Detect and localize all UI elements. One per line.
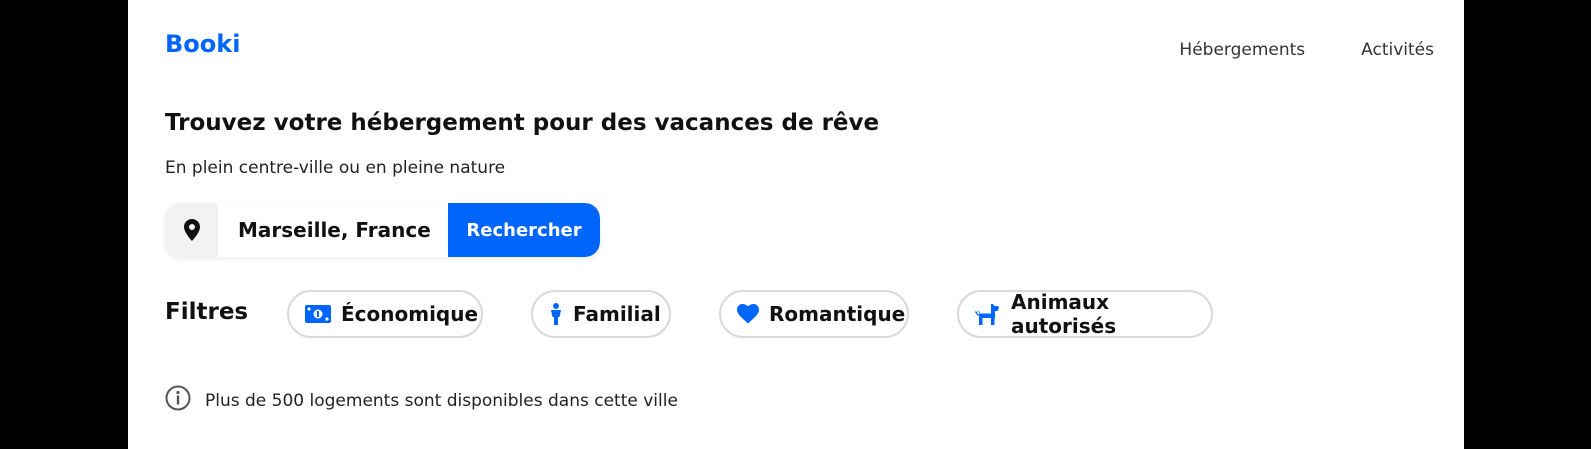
- page-subtitle: En plein centre-ville ou en pleine natur…: [165, 158, 506, 178]
- location-pin-icon: [165, 203, 218, 257]
- info-text: Plus de 500 logements sont disponibles d…: [205, 390, 678, 411]
- money-icon: [305, 305, 331, 323]
- nav-link-hebergements[interactable]: Hébergements: [1179, 40, 1305, 60]
- filters-label: Filtres: [165, 299, 249, 325]
- page: Booki Hébergements Activités Trouvez vot…: [128, 0, 1464, 449]
- logo[interactable]: Booki: [165, 30, 240, 58]
- nav-link-activites[interactable]: Activités: [1361, 40, 1434, 60]
- filter-label: Animaux autorisés: [1011, 290, 1117, 338]
- main-nav: Hébergements Activités: [1179, 40, 1434, 60]
- filter-familial[interactable]: Familial: [531, 290, 671, 338]
- info-message: Plus de 500 logements sont disponibles d…: [165, 385, 678, 416]
- heart-icon: [737, 304, 759, 324]
- filter-label: Économique: [341, 302, 479, 326]
- page-title: Trouvez votre hébergement pour des vacan…: [165, 110, 880, 136]
- dog-icon: [975, 303, 1001, 325]
- info-icon: [165, 385, 191, 416]
- filter-animaux-autorises[interactable]: Animaux autorisés: [957, 290, 1213, 338]
- search-input[interactable]: [218, 203, 448, 257]
- filter-romantique[interactable]: Romantique: [719, 290, 909, 338]
- filter-label: Romantique: [769, 302, 906, 326]
- filter-economique[interactable]: Économique: [287, 290, 483, 338]
- filters-list: Économique Familial Romantique Animaux a…: [287, 290, 1213, 338]
- search-bar: Rechercher: [165, 203, 600, 257]
- person-icon: [549, 303, 563, 325]
- filter-label: Familial: [573, 302, 661, 326]
- search-button[interactable]: Rechercher: [448, 203, 600, 257]
